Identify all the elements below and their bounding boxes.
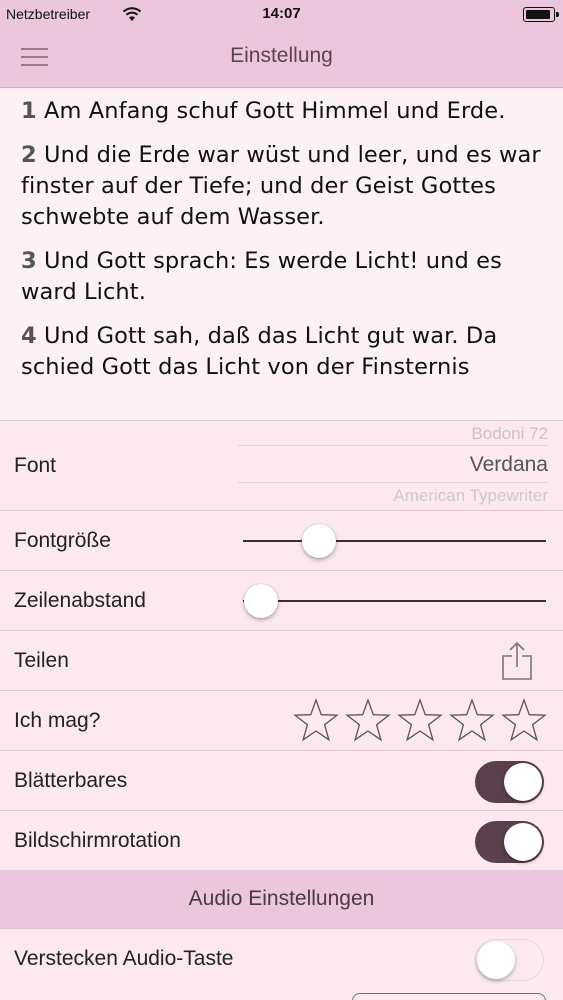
verse-text: Am Anfang schuf Gott Himmel und Erde.: [44, 98, 506, 124]
font-label: Font: [14, 454, 57, 477]
verse-number: 1: [21, 98, 37, 124]
line-spacing-slider[interactable]: [243, 600, 546, 602]
screen-rotation-row: Bildschirmrotation: [0, 810, 563, 870]
status-bar: Netzbetreiber 14:07: [0, 0, 563, 28]
verse: 3 Und Gott sprach: Es werde Licht! und e…: [21, 246, 543, 308]
star-icon[interactable]: [293, 698, 339, 744]
screen-rotation-label: Bildschirmrotation: [14, 829, 181, 852]
star-icon[interactable]: [449, 698, 495, 744]
verse: 4 Und Gott sah, daß das Licht gut war. D…: [21, 321, 543, 383]
verse: 1 Am Anfang schuf Gott Himmel und Erde.: [21, 96, 543, 127]
verse-text: Und Gott sprach: Es werde Licht! und es …: [21, 248, 502, 305]
font-option[interactable]: Bodoni 72: [238, 424, 548, 444]
line-spacing-label: Zeilenabstand: [14, 589, 146, 612]
text-preview: 1 Am Anfang schuf Gott Himmel und Erde. …: [0, 88, 563, 420]
audio-section-header: Audio Einstellungen: [0, 870, 563, 928]
partial-button[interactable]: [352, 993, 546, 1000]
font-size-label: Fontgröße: [14, 529, 111, 552]
font-picker[interactable]: Bodoni 72 Verdana American Typewriter: [238, 421, 548, 511]
verse-text: Und die Erde war wüst und leer, und es w…: [21, 142, 541, 230]
share-icon[interactable]: [501, 641, 533, 681]
share-label: Teilen: [14, 649, 69, 672]
font-option-selected[interactable]: Verdana: [238, 453, 548, 477]
font-size-row: Fontgröße: [0, 510, 563, 570]
verse-number: 2: [21, 142, 37, 168]
status-time: 14:07: [262, 5, 301, 22]
font-size-slider-knob[interactable]: [301, 524, 336, 558]
share-row[interactable]: Teilen: [0, 630, 563, 690]
rating-label: Ich mag?: [14, 709, 101, 732]
rating-row: Ich mag?: [0, 690, 563, 750]
battery-icon: [523, 7, 559, 22]
rating-stars[interactable]: [293, 698, 549, 744]
page-title: Einstellung: [230, 44, 333, 67]
star-icon[interactable]: [345, 698, 391, 744]
verse-text: Und Gott sah, daß das Licht gut war. Da …: [21, 323, 498, 380]
hide-audio-button-label: Verstecken Audio-Taste: [14, 947, 234, 970]
pageable-row: Blätterbares: [0, 750, 563, 810]
font-size-slider[interactable]: [243, 540, 546, 542]
font-option[interactable]: American Typewriter: [238, 486, 548, 506]
verse: 2 Und die Erde war wüst und leer, und es…: [21, 140, 543, 233]
hide-audio-button-toggle[interactable]: [475, 939, 544, 981]
line-spacing-row: Zeilenabstand: [0, 570, 563, 630]
line-spacing-slider-knob[interactable]: [244, 584, 279, 618]
pageable-toggle[interactable]: [475, 761, 544, 803]
star-icon[interactable]: [397, 698, 443, 744]
verse-number: 3: [21, 248, 37, 274]
font-setting-row: Font Bodoni 72 Verdana American Typewrit…: [0, 420, 563, 510]
screen-rotation-toggle[interactable]: [475, 821, 544, 863]
navigation-bar: Einstellung: [0, 28, 563, 88]
verse-number: 4: [21, 323, 37, 349]
hide-audio-button-row: Verstecken Audio-Taste: [0, 928, 563, 988]
star-icon[interactable]: [501, 698, 547, 744]
pageable-label: Blätterbares: [14, 769, 128, 792]
